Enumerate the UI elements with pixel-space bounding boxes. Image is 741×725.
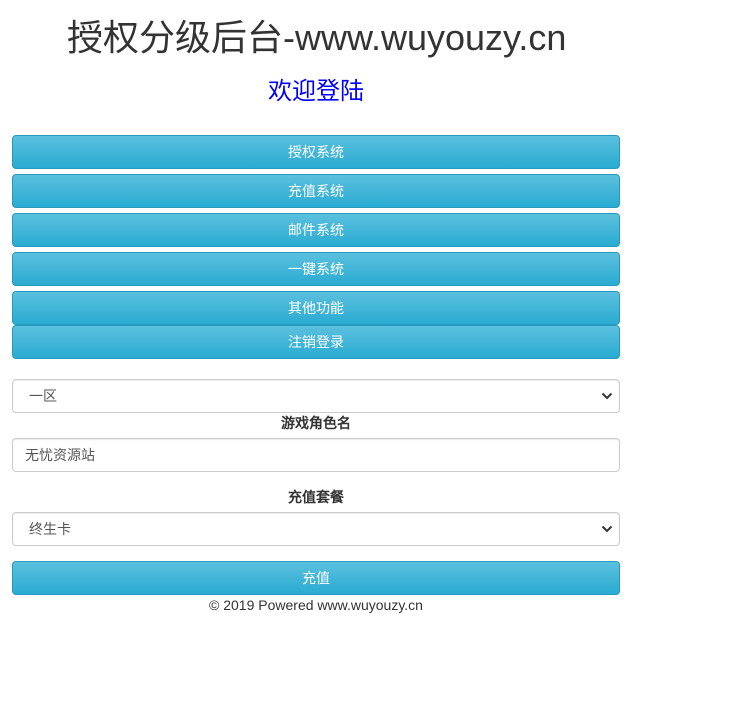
- server-select-value: 一区: [29, 388, 57, 404]
- chevron-down-icon: [601, 380, 613, 412]
- server-select[interactable]: 一区: [12, 379, 620, 413]
- role-name-value: 无忧资源站: [25, 447, 95, 463]
- welcome-heading: 欢迎登陆: [268, 78, 364, 105]
- package-select[interactable]: 终生卡: [12, 512, 620, 546]
- role-name-label: 游戏角色名: [281, 415, 351, 431]
- menu-button-mail[interactable]: 邮件系统: [12, 213, 620, 247]
- function-menu: 授权系统 充值系统 邮件系统 一键系统 其他功能 注销登录: [12, 135, 620, 364]
- site-title: 授权分级后台-www.wuyouzy.cn: [67, 17, 567, 58]
- menu-button-other-functions[interactable]: 其他功能: [12, 291, 620, 325]
- footer-copyright: © 2019 Powered www.wuyouzy.cn: [209, 597, 423, 613]
- menu-button-one-click[interactable]: 一键系统: [12, 252, 620, 286]
- chevron-down-icon: [601, 513, 613, 545]
- package-select-value: 终生卡: [29, 521, 71, 537]
- recharge-submit-button[interactable]: 充值: [12, 561, 620, 595]
- menu-button-recharge[interactable]: 充值系统: [12, 174, 620, 208]
- package-label: 充值套餐: [288, 489, 344, 505]
- menu-button-authorization[interactable]: 授权系统: [12, 135, 620, 169]
- menu-button-logout[interactable]: 注销登录: [12, 325, 620, 359]
- role-name-input[interactable]: 无忧资源站: [12, 438, 620, 472]
